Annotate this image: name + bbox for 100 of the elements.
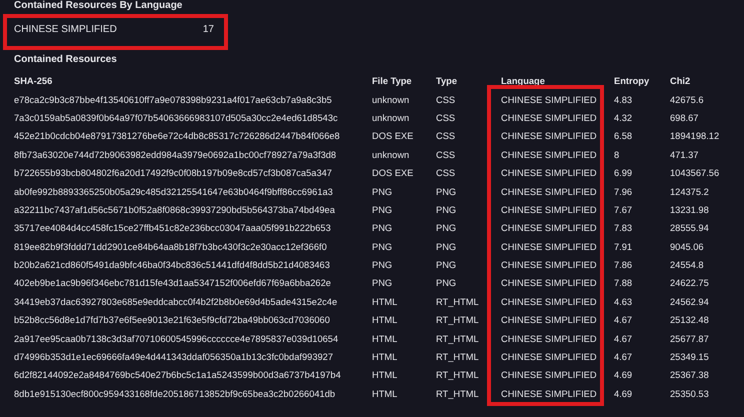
table-cell: CHINESE SIMPLIFIED (501, 222, 597, 234)
table-cell: 4.69 (614, 369, 632, 382)
table-cell: 42675.6 (670, 94, 704, 106)
table-cell: 8db1e915130ecf800c959433168fde205186713852bf9c65bea3c2b0266041db (14, 388, 336, 400)
table-cell: PNG (436, 240, 456, 253)
table-cell: CSS (436, 94, 456, 106)
table-cell: 4.67 (614, 314, 632, 326)
table-cell: PNG (436, 222, 456, 234)
table-cell: 7.83 (614, 222, 632, 234)
column-header: Entropy (614, 75, 650, 88)
section-heading: Contained Resources (14, 54, 118, 66)
table-cell: PNG (372, 204, 392, 216)
table-cell: DOS EXE (372, 130, 414, 142)
table-cell: PNG (372, 222, 392, 234)
resource-count: 17 (202, 24, 214, 36)
table-cell: 1043567.56 (670, 167, 720, 180)
table-cell: PNG (372, 186, 392, 198)
table-cell: PNG (372, 259, 392, 272)
table-cell: CSS (436, 167, 456, 180)
table-cell: RT_HTML (436, 388, 479, 400)
table-cell: CHINESE SIMPLIFIED (501, 332, 597, 345)
table-cell: 24554.8 (670, 259, 704, 272)
table-cell: 452e21b0cdcb04e87917381276be6e72c4db8c85317c726286d2447b84f066e8 (14, 130, 340, 142)
column-header: SHA-256 (14, 75, 52, 88)
table-cell: HTML (372, 332, 398, 345)
table-cell: 4.83 (614, 94, 632, 106)
table-cell: 819ee82b9f3fddd71dd2901ce84b64aa8b18f7b3bc430f3c2e30acc12ef366f0 (14, 240, 327, 253)
table-cell: e78ca2c9b3c87bbe4f13540610ff7a9e078398b9231a4f017ae63cb7a9a8c3b5 (14, 94, 332, 106)
table-cell: b722655b93bcb804802f6a20d17492f9c0f08b197b09e8cd57cf3b087ca5a347 (14, 167, 332, 180)
table-cell: RT_HTML (436, 296, 479, 308)
table-cell: CSS (436, 130, 456, 142)
table-cell: HTML (372, 369, 398, 382)
table-cell: 6.58 (614, 130, 632, 142)
table-cell: CHINESE SIMPLIFIED (501, 167, 597, 180)
table-cell: 7.88 (614, 277, 632, 290)
table-cell: CHINESE SIMPLIFIED (501, 186, 597, 198)
table-cell: 8 (614, 148, 620, 161)
table-cell: PNG (372, 240, 392, 253)
table-cell: 6d2f82144092e2a8484769bc540e27b6bc5c1a1a5243599b00d3a6737b4197b4 (14, 369, 341, 382)
table-cell: 7a3c0159ab5a0839f0b64a97f07b54063666983107d505a30cc2e4ed61d8543c (14, 112, 338, 124)
language-label: CHINESE SIMPLIFIED (14, 24, 117, 36)
table-cell: 4.67 (614, 332, 632, 345)
table-cell: 34419eb37dac63927803e685e9eddcabcc0f4b2f2b8b0e69d4b5ade4315e2c4e (14, 296, 338, 308)
table-cell: PNG (436, 204, 456, 216)
table-cell: unknown (372, 112, 410, 124)
table-cell: CHINESE SIMPLIFIED (501, 94, 597, 106)
table-cell: HTML (372, 296, 398, 308)
table-cell: 471.37 (670, 148, 698, 161)
table-cell: 4.32 (614, 112, 632, 124)
table-cell: CSS (436, 148, 456, 161)
table-cell: HTML (372, 314, 398, 326)
table-cell: CHINESE SIMPLIFIED (501, 130, 597, 142)
table-cell: 7.86 (614, 259, 632, 272)
table-cell: 13231.98 (670, 204, 709, 216)
table-cell: CHINESE SIMPLIFIED (501, 388, 597, 400)
table-cell: 7.96 (614, 186, 632, 198)
table-cell: 6.99 (614, 167, 632, 180)
table-cell: PNG (436, 186, 456, 198)
table-cell: HTML (372, 351, 398, 364)
table-cell: b20b2a621cd860f5491da9bfc46ba0f34bc836c51441dfd4f8dd5b21d4083463 (14, 259, 330, 272)
table-cell: CHINESE SIMPLIFIED (501, 148, 597, 161)
table-cell: 9045.06 (670, 240, 704, 253)
table-cell: 25349.15 (670, 351, 709, 364)
table-cell: CHINESE SIMPLIFIED (501, 240, 597, 253)
column-header: File Type (372, 75, 412, 88)
table-cell: 4.69 (614, 388, 632, 400)
table-cell: RT_HTML (436, 351, 479, 364)
table-cell: 124375.2 (670, 186, 709, 198)
table-cell: a32211bc7437af1d56c5671b0f52a8f0868c39937290bd5b564373ba74bd49ea (14, 204, 335, 216)
table-cell: CHINESE SIMPLIFIED (501, 204, 597, 216)
table-cell: 25677.87 (670, 332, 709, 345)
table-cell: RT_HTML (436, 332, 479, 345)
table-cell: PNG (436, 259, 456, 272)
section-heading: Contained Resources By Language (14, 0, 184, 12)
table-cell: DOS EXE (372, 167, 414, 180)
table-cell: 24562.94 (670, 296, 709, 308)
table-cell: CHINESE SIMPLIFIED (501, 296, 597, 308)
table-cell: PNG (436, 277, 456, 290)
table-cell: RT_HTML (436, 369, 479, 382)
table-cell: CHINESE SIMPLIFIED (501, 314, 597, 326)
table-cell: CHINESE SIMPLIFIED (501, 277, 597, 290)
table-cell: 8fb73a63020e744d72b9063982edd984a3979e0692a1bc00cf78927a79a3f3d8 (14, 148, 336, 161)
table-cell: 7.67 (614, 204, 632, 216)
table-cell: CHINESE SIMPLIFIED (501, 351, 597, 364)
table-cell: 1894198.12 (670, 130, 720, 142)
table-cell: PNG (372, 277, 392, 290)
table-cell: ab0fe992b8893365250b05a29c485d32125541647e63b0464f9bff86cc6961a3 (14, 186, 333, 198)
table-cell: 25132.48 (670, 314, 709, 326)
table-cell: 4.67 (614, 351, 632, 364)
column-header: Type (436, 75, 458, 88)
table-cell: 28555.94 (670, 222, 709, 234)
table-cell: 35717ee4084d4cc458fc15ce27ffb451c82e236bcc03047aaa05f991b222b653 (14, 222, 331, 234)
table-cell: CSS (436, 112, 456, 124)
table-cell: CHINESE SIMPLIFIED (501, 259, 597, 272)
table-cell: 25367.38 (670, 369, 709, 382)
table-cell: HTML (372, 388, 398, 400)
table-cell: 402eb9be1ac9b96f346ebc781d15fe43d1aa5347152f006efd67f69a6bba262e (14, 277, 331, 290)
table-cell: 7.91 (614, 240, 632, 253)
table-cell: 2a917ee95caa0b7138c3d3af70710600545996cccccce4e7895837e039d10654 (14, 332, 338, 345)
table-cell: b52b8cc56d8e1d7fd7b37e6f5ee9013e21f63e5f9cfd72ba49bb063cd7036060 (14, 314, 330, 326)
